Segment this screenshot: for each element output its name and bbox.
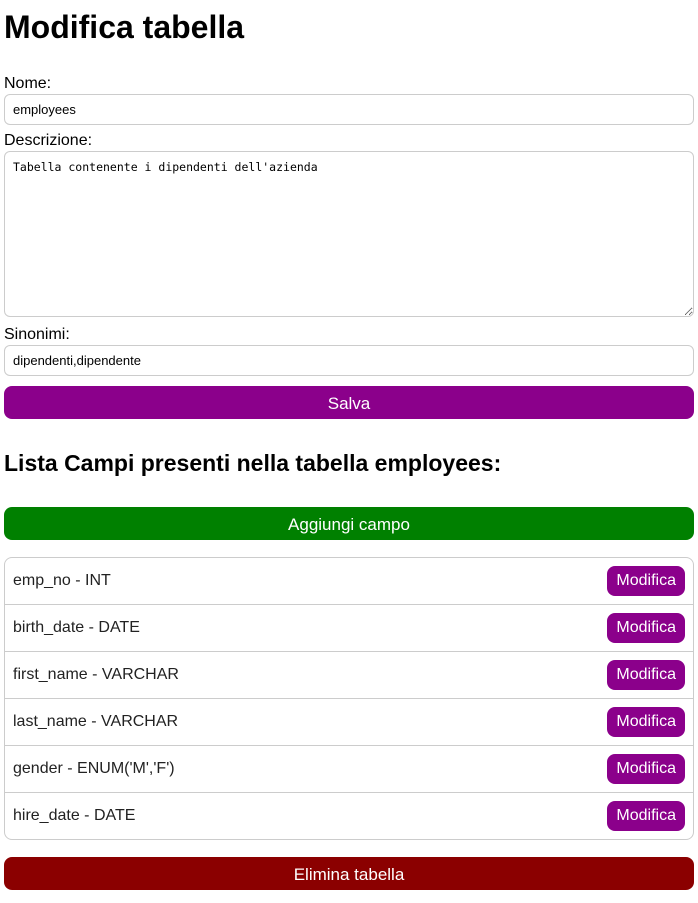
field-name: birth_date - DATE [13,619,140,636]
add-field-button[interactable]: Aggiungi campo [4,507,694,540]
field-row-birth-date: birth_date - DATE Modifica [5,604,693,651]
field-row-last-name: last_name - VARCHAR Modifica [5,698,693,745]
edit-field-button[interactable]: Modifica [607,801,685,831]
field-name: last_name - VARCHAR [13,713,179,730]
name-input[interactable] [4,94,694,125]
field-list: emp_no - INT Modifica birth_date - DATE … [4,557,694,840]
description-label: Descrizione: [4,132,93,149]
synonyms-input[interactable] [4,345,694,376]
edit-field-button[interactable]: Modifica [607,754,685,784]
delete-table-button[interactable]: Elimina tabella [4,857,694,890]
save-button[interactable]: Salva [4,386,694,419]
page-title: Modifica tabella [4,9,245,45]
field-row-emp-no: emp_no - INT Modifica [5,558,693,604]
edit-field-button[interactable]: Modifica [607,707,685,737]
description-textarea[interactable]: Tabella contenente i dipendenti dell'azi… [4,151,694,317]
field-row-first-name: first_name - VARCHAR Modifica [5,651,693,698]
field-name: gender - ENUM('M','F') [13,760,175,777]
field-name: first_name - VARCHAR [13,666,179,683]
field-name: emp_no - INT [13,572,111,589]
synonyms-label: Sinonimi: [4,326,70,343]
page-container: Modifica tabella Nome: Descrizione: Tabe… [0,0,698,890]
field-row-hire-date: hire_date - DATE Modifica [5,792,693,839]
field-name: hire_date - DATE [13,807,136,824]
fields-heading: Lista Campi presenti nella tabella emplo… [4,450,502,476]
edit-field-button[interactable]: Modifica [607,660,685,690]
edit-field-button[interactable]: Modifica [607,566,685,596]
edit-field-button[interactable]: Modifica [607,613,685,643]
field-row-gender: gender - ENUM('M','F') Modifica [5,745,693,792]
name-label: Nome: [4,75,52,92]
